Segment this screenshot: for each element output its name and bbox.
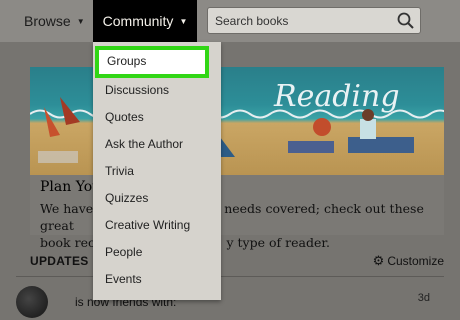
plan-text-line2-end: y type of reader. <box>226 235 330 250</box>
divider <box>16 276 444 277</box>
customize-link[interactable]: ⚙ Customize <box>373 253 444 269</box>
menu-item-quizzes[interactable]: Quizzes <box>93 185 221 211</box>
search-input[interactable] <box>208 8 395 33</box>
menu-item-ask-the-author[interactable]: Ask the Author <box>93 131 221 157</box>
search-box <box>207 7 421 34</box>
menu-item-creative-writing[interactable]: Creative Writing <box>93 212 221 238</box>
updates-heading: UPDATES <box>30 254 89 268</box>
menu-item-quotes[interactable]: Quotes <box>93 104 221 130</box>
browse-menu[interactable]: Browse ▼ <box>24 0 85 42</box>
feed-timestamp: 3d <box>417 292 430 304</box>
caret-down-icon: ▼ <box>179 17 188 27</box>
community-label: Community <box>102 13 174 29</box>
menu-item-events[interactable]: Events <box>93 266 221 292</box>
menu-item-discussions[interactable]: Discussions <box>93 77 221 103</box>
plan-title[interactable]: Plan You <box>40 179 101 195</box>
gear-icon: ⚙ <box>372 253 385 268</box>
avatar[interactable] <box>16 286 48 318</box>
menu-item-people[interactable]: People <box>93 239 221 265</box>
menu-item-groups[interactable]: Groups <box>95 46 209 78</box>
banner-title: Reading <box>274 79 400 114</box>
community-menu[interactable]: Community ▼ <box>93 0 197 42</box>
customize-label: Customize <box>387 254 444 268</box>
caret-down-icon: ▼ <box>76 17 85 27</box>
browse-label: Browse <box>24 13 71 29</box>
menu-item-trivia[interactable]: Trivia <box>93 158 221 184</box>
community-dropdown: Groups Discussions Quotes Ask the Author… <box>93 42 221 300</box>
search-icon[interactable] <box>396 11 416 31</box>
